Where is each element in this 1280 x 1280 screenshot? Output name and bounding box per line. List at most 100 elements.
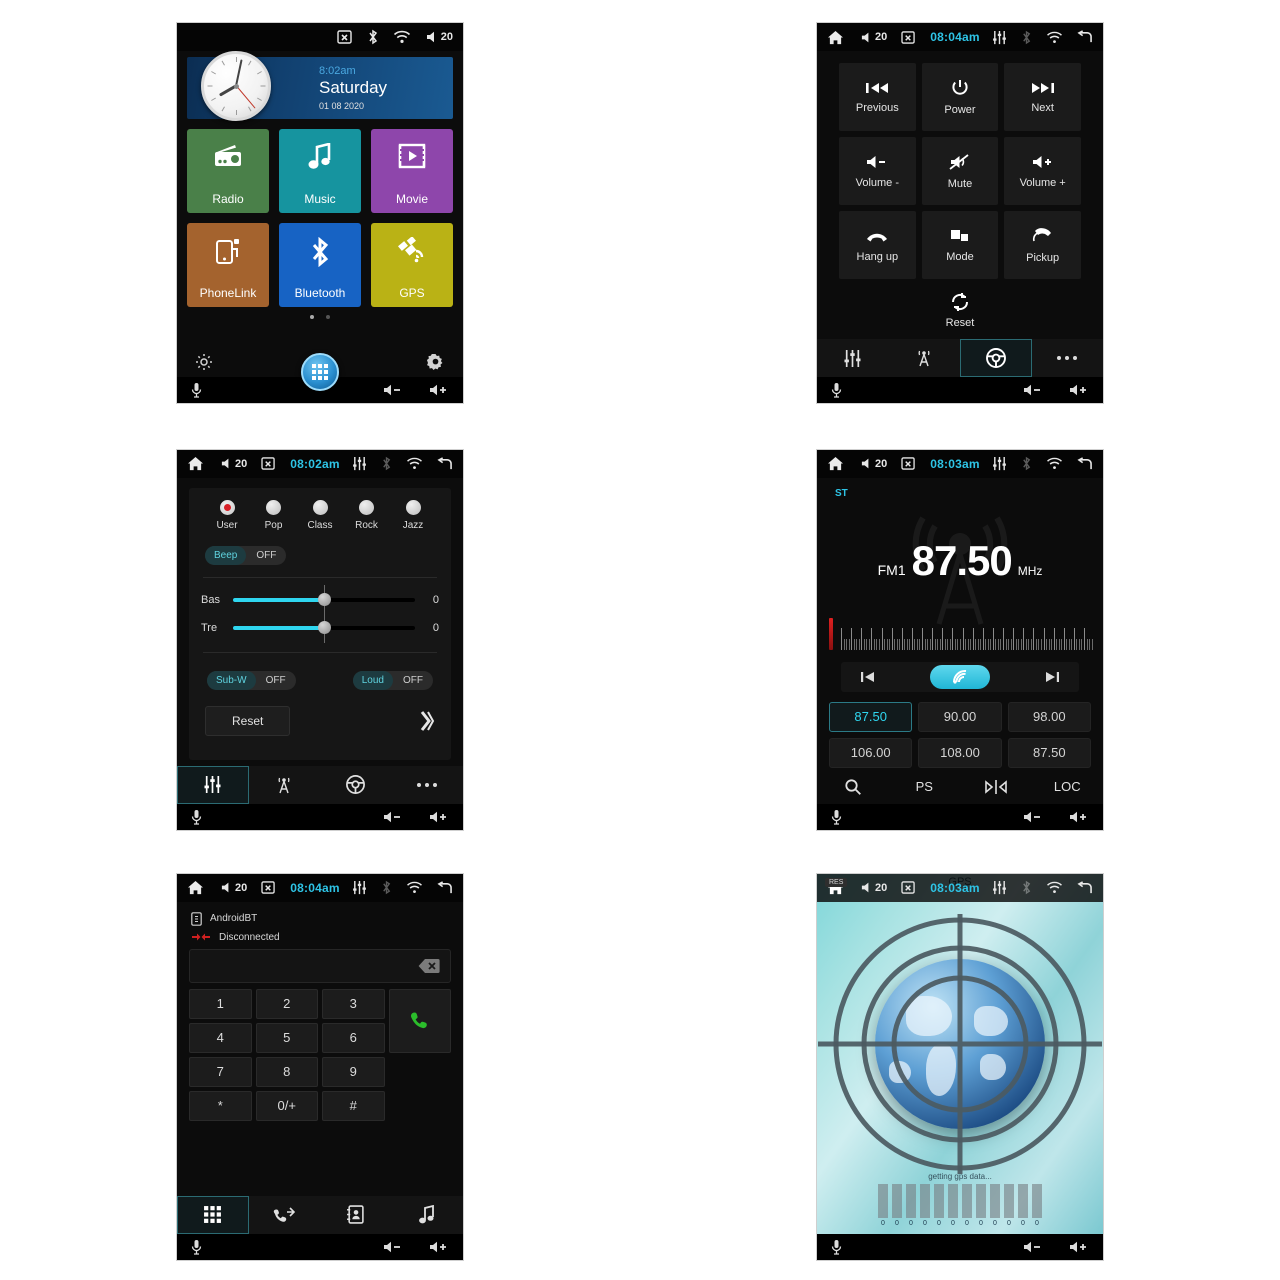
microphone-icon[interactable] [191,809,202,825]
backspace-icon[interactable] [418,958,440,974]
back-arrow-icon[interactable] [1077,880,1093,895]
dialpad-key-5[interactable]: 5 [255,1022,318,1053]
volume-down-icon[interactable] [383,810,403,824]
volume-indicator[interactable]: 20 [425,30,453,44]
home-icon[interactable] [827,30,844,45]
sd-card-disabled-icon[interactable] [901,881,916,894]
tab-contacts[interactable] [320,1196,392,1234]
radio-preset-3[interactable]: 98.00 [1007,701,1091,732]
back-arrow-icon[interactable] [437,457,453,471]
bluetooth-off-icon[interactable] [1021,30,1032,45]
back-arrow-icon[interactable] [1077,457,1093,471]
seek-next-icon[interactable] [1043,670,1061,684]
volume-up-icon[interactable] [429,1240,449,1254]
eq-preset-rock[interactable]: Rock [345,499,389,531]
volume-indicator[interactable]: 20 [220,457,247,470]
dialpad-key-3[interactable]: 3 [322,988,385,1019]
wheel-button-next[interactable]: Next [1004,63,1081,132]
eq-reset-button[interactable]: Reset [205,705,291,736]
wheel-button-volume-up[interactable]: Volume + [1004,137,1081,206]
app-grid-icon[interactable] [301,353,339,392]
radio-preset-1[interactable]: 87.50 [829,701,913,732]
dialpad-key-9[interactable]: 9 [322,1056,385,1087]
wifi-icon[interactable] [1046,31,1063,44]
eq-preset-class[interactable]: Class [298,499,342,531]
eq-preset-jazz[interactable]: Jazz [391,499,435,531]
clock-widget[interactable]: 8:02am Saturday 01 08 2020 [187,51,453,122]
bluetooth-off-icon[interactable] [381,880,392,895]
equalizer-icon[interactable] [992,880,1007,895]
search-icon[interactable] [817,778,889,796]
chevron-right-icon[interactable] [419,710,435,732]
microphone-icon[interactable] [191,382,202,398]
home-icon[interactable] [187,880,204,895]
dialpad-key-8[interactable]: 8 [255,1056,318,1087]
tab-steering-wheel[interactable] [320,766,392,804]
tab-dialpad[interactable] [177,1195,249,1234]
volume-down-icon[interactable] [383,1240,403,1254]
wifi-icon[interactable] [393,30,411,44]
wifi-icon[interactable] [406,457,423,470]
slider-knob[interactable] [317,593,331,607]
slider-track[interactable] [233,584,415,615]
tab-radio[interactable] [249,766,321,804]
microphone-icon[interactable] [831,382,842,398]
page-dot-active[interactable] [310,315,314,320]
sd-card-disabled-icon[interactable] [261,881,276,894]
bluetooth-off-icon[interactable] [1021,880,1032,895]
phone-number-input[interactable] [189,948,451,983]
radio-preset-5[interactable]: 108.00 [918,737,1002,768]
tab-more[interactable] [392,766,464,804]
bluetooth-off-icon[interactable] [367,29,379,45]
subwoofer-toggle[interactable]: Sub-W OFF [207,670,296,690]
volume-indicator[interactable]: 20 [860,881,887,894]
slider-treble[interactable]: Tre 0 [201,612,439,643]
page-dot[interactable] [326,315,330,320]
home-icon[interactable] [187,456,204,471]
microphone-icon[interactable] [191,1239,202,1255]
dialpad-key-6[interactable]: 6 [322,1022,385,1053]
wifi-icon[interactable] [1046,457,1063,470]
loudness-toggle[interactable]: Loud OFF [352,670,433,690]
tab-radio[interactable] [889,339,961,377]
tab-steering-wheel[interactable] [960,339,1032,378]
equalizer-icon[interactable] [992,456,1007,471]
dialpad-key-star[interactable]: * [189,1090,252,1121]
dialpad-key-7[interactable]: 7 [189,1056,252,1087]
ps-button[interactable]: PS [889,779,961,794]
volume-indicator[interactable]: 20 [860,457,887,470]
bluetooth-off-icon[interactable] [381,456,392,471]
wheel-button-mode[interactable]: Mode [921,211,999,280]
volume-up-icon[interactable] [1069,1240,1089,1254]
wheel-button-previous[interactable]: Previous [839,63,916,132]
wheel-button-pickup[interactable]: Pickup [1004,211,1081,280]
sd-card-disabled-icon[interactable] [261,457,276,471]
app-tile-gps[interactable]: GPS [371,223,453,308]
tab-more[interactable] [1032,339,1104,377]
dialpad-key-hash[interactable]: # [322,1090,385,1121]
wifi-icon[interactable] [406,881,423,894]
brightness-icon[interactable] [195,353,213,371]
app-tile-radio[interactable]: Radio [187,129,269,214]
call-button[interactable] [388,988,451,1053]
equalizer-icon[interactable] [352,880,367,895]
dialpad-key-zero[interactable]: 0/+ [255,1090,318,1121]
volume-down-icon[interactable] [1023,1240,1043,1254]
wheel-button-power[interactable]: Power [921,63,999,132]
tab-equalizer[interactable] [177,765,249,804]
seek-prev-icon[interactable] [859,670,877,684]
home-icon[interactable] [827,456,844,471]
back-arrow-icon[interactable] [437,880,453,895]
volume-up-icon[interactable] [1069,383,1089,397]
microphone-icon[interactable] [831,809,842,825]
app-tile-bluetooth[interactable]: Bluetooth [279,223,361,308]
volume-down-icon[interactable] [383,383,403,397]
loc-button[interactable]: LOC [1032,779,1104,794]
beep-toggle[interactable]: Beep OFF [205,545,287,565]
wifi-icon[interactable] [1046,881,1063,894]
sd-card-disabled-icon[interactable] [337,30,353,45]
volume-indicator[interactable]: 20 [220,881,247,894]
volume-up-icon[interactable] [429,383,449,397]
volume-up-icon[interactable] [429,810,449,824]
wheel-reset-button[interactable]: Reset [817,291,1103,329]
